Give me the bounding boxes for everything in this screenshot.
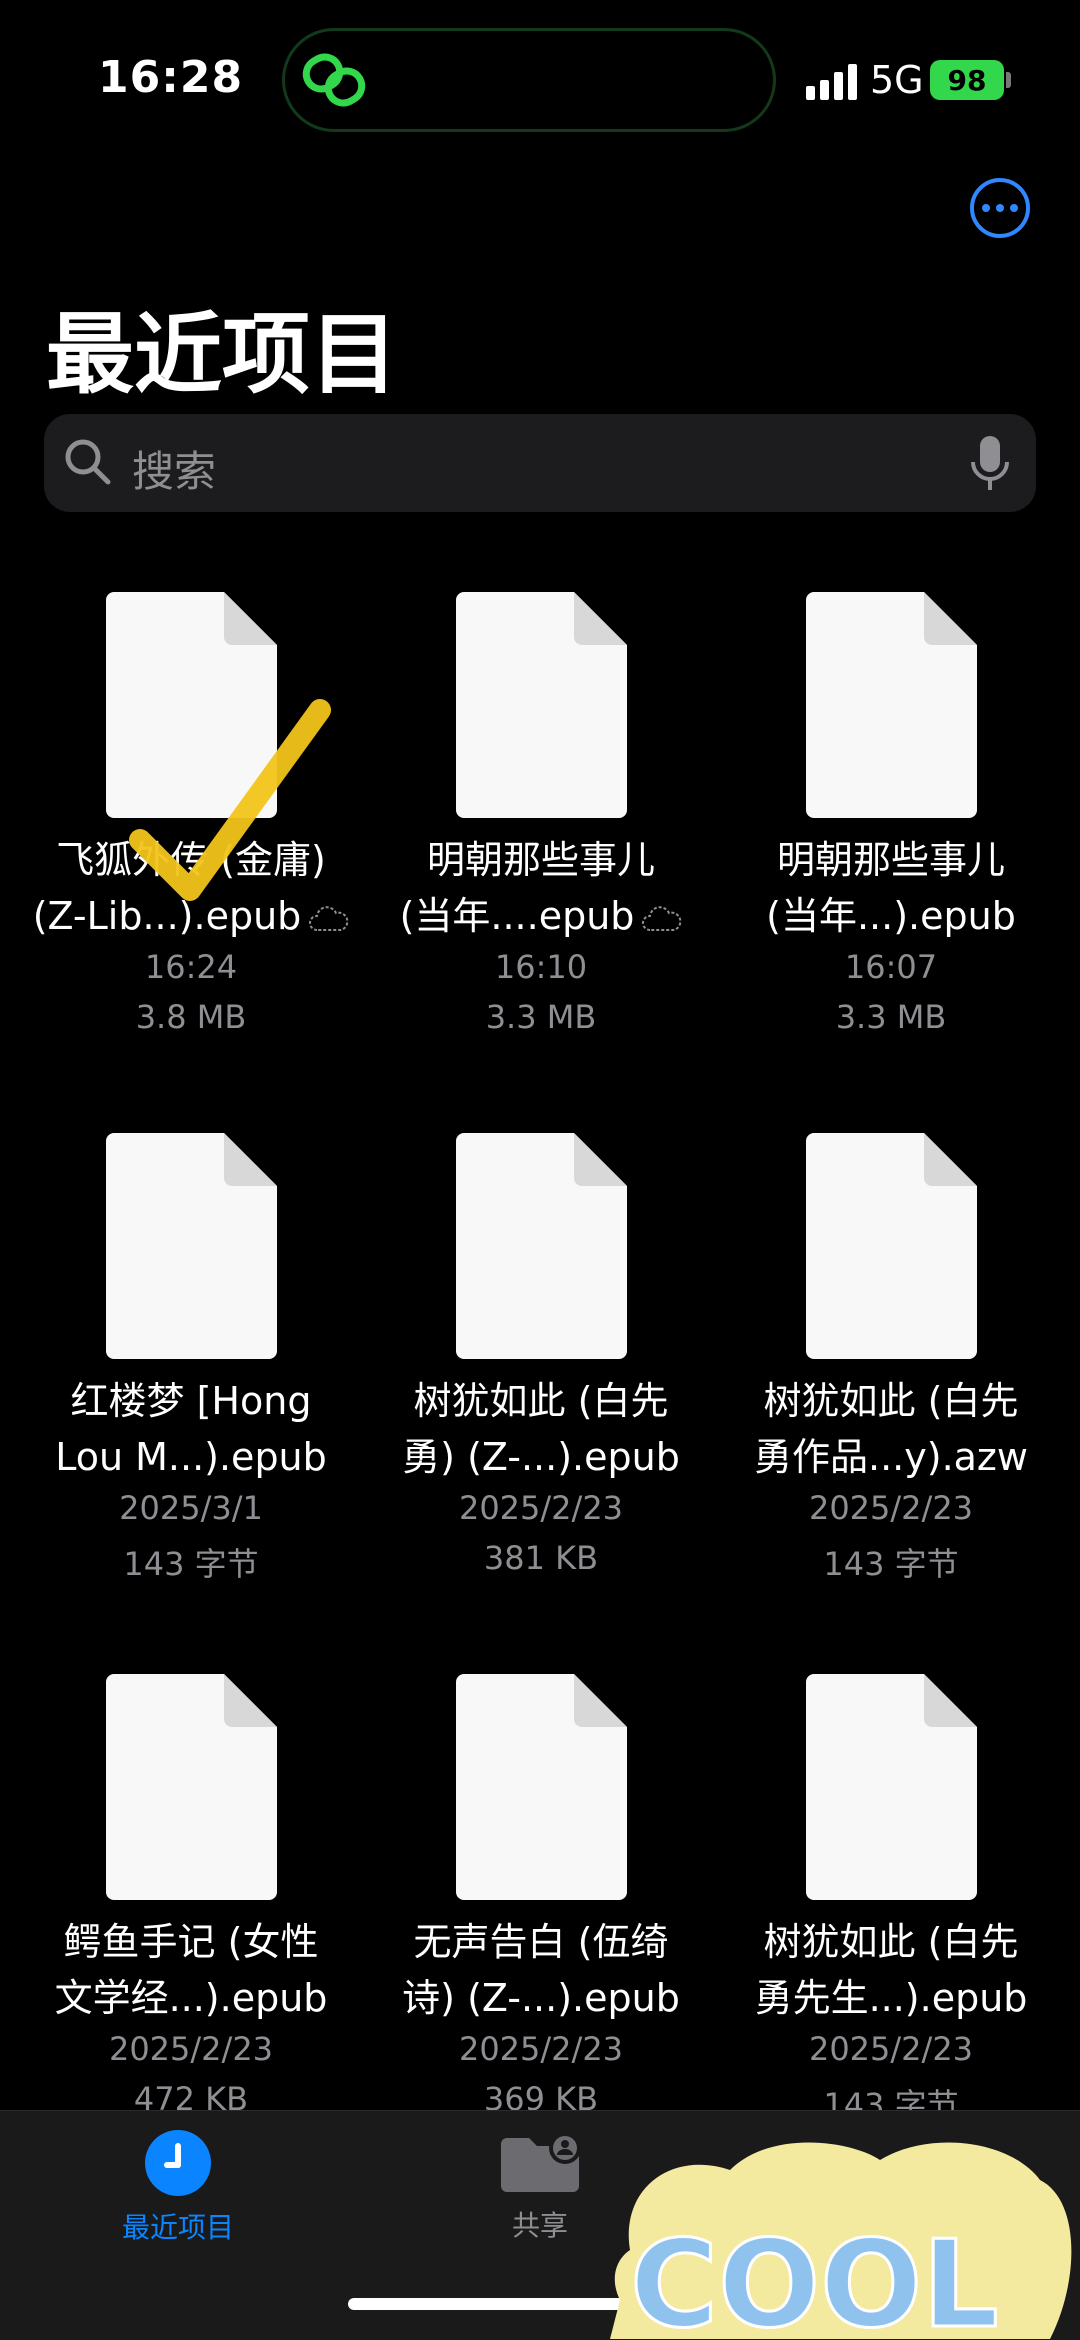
battery-level: 98	[947, 63, 987, 97]
document-icon	[106, 1674, 277, 1900]
file-name-line2: 勇先生...).epub	[754, 1976, 1028, 2020]
dot	[1010, 204, 1018, 212]
file-size: 3.8 MB	[135, 998, 247, 1036]
file-date: 2025/2/23	[808, 2030, 974, 2068]
file-name-line1: 鳄鱼手记 (女性	[63, 1920, 319, 1964]
network-type: 5G	[870, 58, 924, 102]
microphone-icon[interactable]	[968, 434, 1012, 494]
file-date: 2025/2/23	[458, 1489, 624, 1527]
search-icon	[65, 439, 111, 485]
file-name-line2: 诗) (Z-...).epub	[402, 1976, 680, 2020]
cellular-signal-icon	[806, 64, 857, 100]
file-size: 143 字节	[823, 1545, 959, 1583]
file-date: 16:24	[144, 948, 238, 986]
file-size: 143 字节	[123, 1545, 259, 1583]
file-date: 2025/2/23	[458, 2030, 624, 2068]
file-name: 红楼梦 [Hong Lou M...).epub	[16, 1373, 366, 1485]
tab-recents-label: 最近项目	[121, 2211, 234, 2244]
file-name-line2: (当年....epub	[399, 894, 635, 938]
file-date: 2025/3/1	[119, 1489, 263, 1527]
more-options-button[interactable]	[970, 178, 1030, 238]
document-icon	[456, 1674, 627, 1900]
file-name-line2: 文学经...).epub	[54, 1976, 328, 2020]
document-icon	[806, 1674, 977, 1900]
file-name: 无声告白 (伍绮 诗) (Z-...).epub	[366, 1914, 716, 2026]
cool-sticker-icon: COOL	[610, 2142, 1072, 2339]
file-size: 3.3 MB	[485, 998, 597, 1036]
file-name-line2: (当年...).epub	[766, 894, 1016, 938]
file-date: 2025/2/23	[808, 1489, 974, 1527]
file-name-line1: 树犹如此 (白先	[763, 1920, 1019, 1964]
page-title: 最近项目	[46, 303, 399, 406]
file-size: 381 KB	[483, 1539, 599, 1577]
file-name-line1: 树犹如此 (白先	[413, 1379, 669, 1423]
battery-tip	[1006, 72, 1011, 88]
file-date: 16:07	[844, 948, 938, 986]
file-size: 3.3 MB	[835, 998, 947, 1036]
file-name: 鳄鱼手记 (女性 文学经...).epub	[16, 1914, 366, 2026]
file-name-line2: 勇) (Z-...).epub	[402, 1435, 680, 1479]
file-name: 明朝那些事儿 (当年....epub	[366, 832, 716, 944]
document-icon	[106, 1133, 277, 1359]
document-icon	[456, 1133, 627, 1359]
battery-indicator: 98	[930, 60, 1004, 100]
file-name: 树犹如此 (白先 勇) (Z-...).epub	[366, 1373, 716, 1485]
file-name: 树犹如此 (白先 勇先生...).epub	[716, 1914, 1066, 2026]
status-time: 16:28	[98, 52, 244, 103]
file-name-line1: 红楼梦 [Hong	[70, 1379, 312, 1423]
document-icon	[806, 592, 977, 818]
file-name-line2: 勇作品...y).azw	[754, 1435, 1028, 1479]
document-icon	[806, 1133, 977, 1359]
file-date: 2025/2/23	[108, 2030, 274, 2068]
file-name-line1: 明朝那些事儿	[426, 838, 655, 882]
search-placeholder: 搜索	[132, 447, 217, 496]
file-date: 16:10	[494, 948, 588, 986]
link-rings-icon	[302, 53, 366, 107]
tab-recents[interactable]: 最近项目	[78, 2130, 278, 2246]
clock-icon	[145, 2130, 211, 2196]
file-name: 明朝那些事儿 (当年...).epub	[716, 832, 1066, 944]
dot	[996, 204, 1004, 212]
shared-folder-icon	[501, 2132, 581, 2192]
cool-sticker-text: COOL	[630, 2216, 999, 2339]
cloud-download-icon	[642, 905, 682, 931]
dot	[982, 204, 990, 212]
file-name-line1: 树犹如此 (白先	[763, 1379, 1019, 1423]
file-name-line1: 明朝那些事儿	[776, 838, 1005, 882]
file-name-line2: Lou M...).epub	[55, 1435, 327, 1479]
file-name-line1: 无声告白 (伍绮	[413, 1920, 669, 1964]
file-name: 树犹如此 (白先 勇作品...y).azw	[716, 1373, 1066, 1485]
checkmark-sticker-icon	[129, 699, 331, 901]
document-icon	[456, 592, 627, 818]
